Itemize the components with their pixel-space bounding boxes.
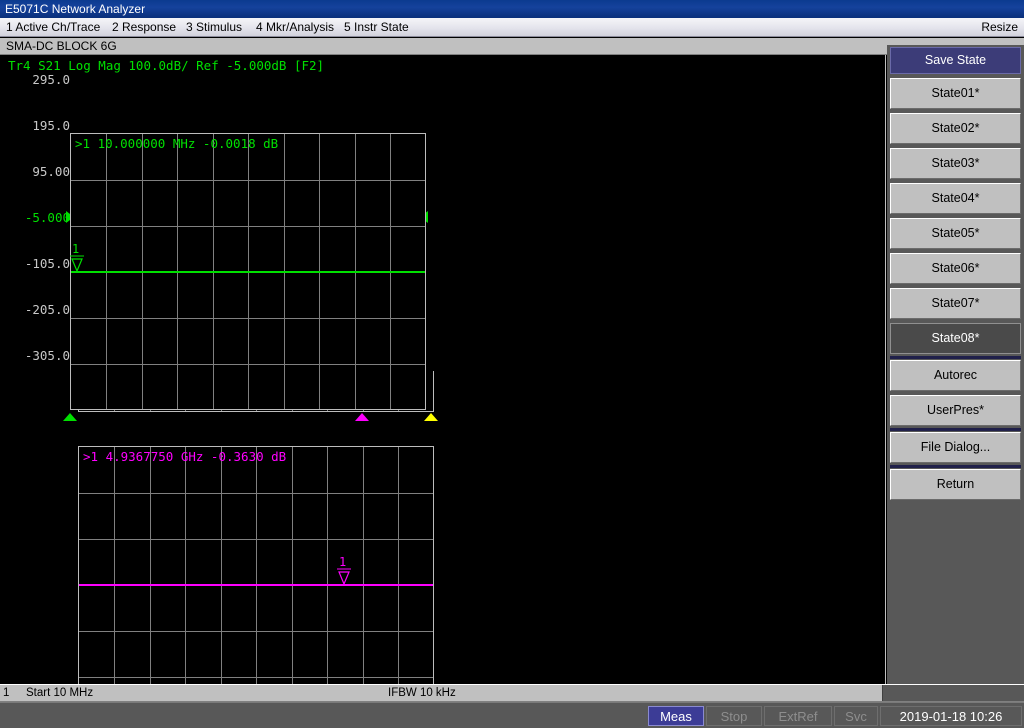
tr3-marker-1-icon[interactable]: 1 bbox=[335, 555, 361, 585]
taskbar-clock[interactable]: 2019-01-18 10:26 bbox=[880, 706, 1022, 726]
menu-bar: 1 Active Ch/Trace 2 Response 3 Stimulus … bbox=[0, 18, 1024, 37]
tr4-ylabel-1: 195.0 bbox=[32, 118, 70, 133]
tr3-marker-readout: >1 4.9367750 GHz -0.3630 dB bbox=[83, 449, 287, 464]
softkey-state05[interactable]: State05* bbox=[890, 218, 1021, 249]
softkey-state01[interactable]: State01* bbox=[890, 78, 1021, 109]
softkey-state03[interactable]: State03* bbox=[890, 148, 1021, 179]
status-bar: 1 Start 10 MHz IFBW 10 kHz Stop 6 GHz Co… bbox=[0, 684, 1024, 702]
resize-button[interactable]: Resize bbox=[981, 18, 1018, 37]
tr4-ylabel-5: -205.0 bbox=[24, 302, 70, 317]
tr4-ylabel-0: 295.0 bbox=[32, 72, 70, 87]
menu-item-stimulus[interactable]: 3 Stimulus bbox=[186, 18, 242, 37]
calkit-label: SMA-DC BLOCK 6G bbox=[6, 39, 117, 53]
status-channel-number: 1 bbox=[3, 687, 10, 699]
network-analyzer-window: E5071C Network Analyzer 1 Active Ch/Trac… bbox=[0, 0, 1024, 728]
tr1-stimulus-marker-icon[interactable] bbox=[424, 413, 438, 421]
softkey-autorec[interactable]: Autorec bbox=[890, 360, 1021, 391]
taskbar: Meas Stop ExtRef Svc 2019-01-18 10:26 bbox=[0, 702, 1024, 728]
softkey-file-dialog[interactable]: File Dialog... bbox=[890, 432, 1021, 463]
tr4-stimulus-marker-icon[interactable] bbox=[63, 413, 77, 421]
softkey-panel: Save State State01* State02* State03* St… bbox=[887, 45, 1024, 684]
tr4-trace-curve bbox=[71, 271, 425, 273]
tr4-marker-1-icon[interactable]: 1 bbox=[68, 242, 94, 272]
window-title-bar: E5071C Network Analyzer bbox=[0, 0, 1024, 18]
softkey-return[interactable]: Return bbox=[890, 469, 1021, 500]
status-start-frequency[interactable]: Start 10 MHz bbox=[26, 685, 93, 702]
tr4-marker-readout: >1 10.000000 MHz -0.0018 dB bbox=[75, 136, 279, 151]
svg-text:1: 1 bbox=[72, 242, 79, 256]
taskbar-svc-indicator[interactable]: Svc bbox=[834, 706, 878, 726]
menu-item-active-ch-trace[interactable]: 1 Active Ch/Trace bbox=[6, 18, 100, 37]
taskbar-stop-indicator[interactable]: Stop bbox=[706, 706, 762, 726]
status-ifbw[interactable]: IFBW 10 kHz bbox=[388, 685, 456, 702]
calibration-info-bar: SMA-DC BLOCK 6G bbox=[0, 38, 1024, 55]
taskbar-meas-indicator[interactable]: Meas bbox=[648, 706, 704, 726]
tr4-ylabel-ref: -5.000 bbox=[24, 210, 70, 225]
softkey-state06[interactable]: State06* bbox=[890, 253, 1021, 284]
tr4-ylabel-2: 95.00 bbox=[32, 164, 70, 179]
menu-item-mkr-analysis[interactable]: 4 Mkr/Analysis bbox=[256, 18, 334, 37]
tr4-plot[interactable]: >1 10.000000 MHz -0.0018 dB 1 bbox=[70, 133, 426, 410]
softkey-state02[interactable]: State02* bbox=[890, 113, 1021, 144]
tr3-plot[interactable]: >1 4.9367750 GHz -0.3630 dB 1 bbox=[78, 446, 434, 723]
graph-area: Tr1 S11 SWR 100.0m/ Ref 1.200 [F2] 1.500… bbox=[0, 55, 886, 723]
softkey-state04[interactable]: State04* bbox=[890, 183, 1021, 214]
tr4-ylabel-6: -305.0 bbox=[24, 348, 70, 363]
menu-item-response[interactable]: 2 Response bbox=[112, 18, 176, 37]
softkey-state07[interactable]: State07* bbox=[890, 288, 1021, 319]
svg-text:1: 1 bbox=[339, 555, 346, 569]
window-title: E5071C Network Analyzer bbox=[5, 2, 146, 16]
tr3-trace-curve bbox=[79, 584, 433, 586]
tr4-ylabel-4: -105.0 bbox=[24, 256, 70, 271]
softkey-state08[interactable]: State08* bbox=[890, 323, 1021, 354]
trace-panel-tr4[interactable]: Tr4 S21 Log Mag 100.0dB/ Ref -5.000dB [F… bbox=[0, 55, 443, 421]
tr4-title: Tr4 S21 Log Mag 100.0dB/ Ref -5.000dB [F… bbox=[8, 58, 325, 73]
softkey-userpres[interactable]: UserPres* bbox=[890, 395, 1021, 426]
taskbar-extref-indicator[interactable]: ExtRef bbox=[764, 706, 832, 726]
softkey-header-save-state[interactable]: Save State bbox=[890, 47, 1021, 74]
status-bar-filler bbox=[882, 685, 1024, 701]
tr3-stimulus-marker-icon[interactable] bbox=[355, 413, 369, 421]
menu-item-instr-state[interactable]: 5 Instr State bbox=[344, 18, 409, 37]
